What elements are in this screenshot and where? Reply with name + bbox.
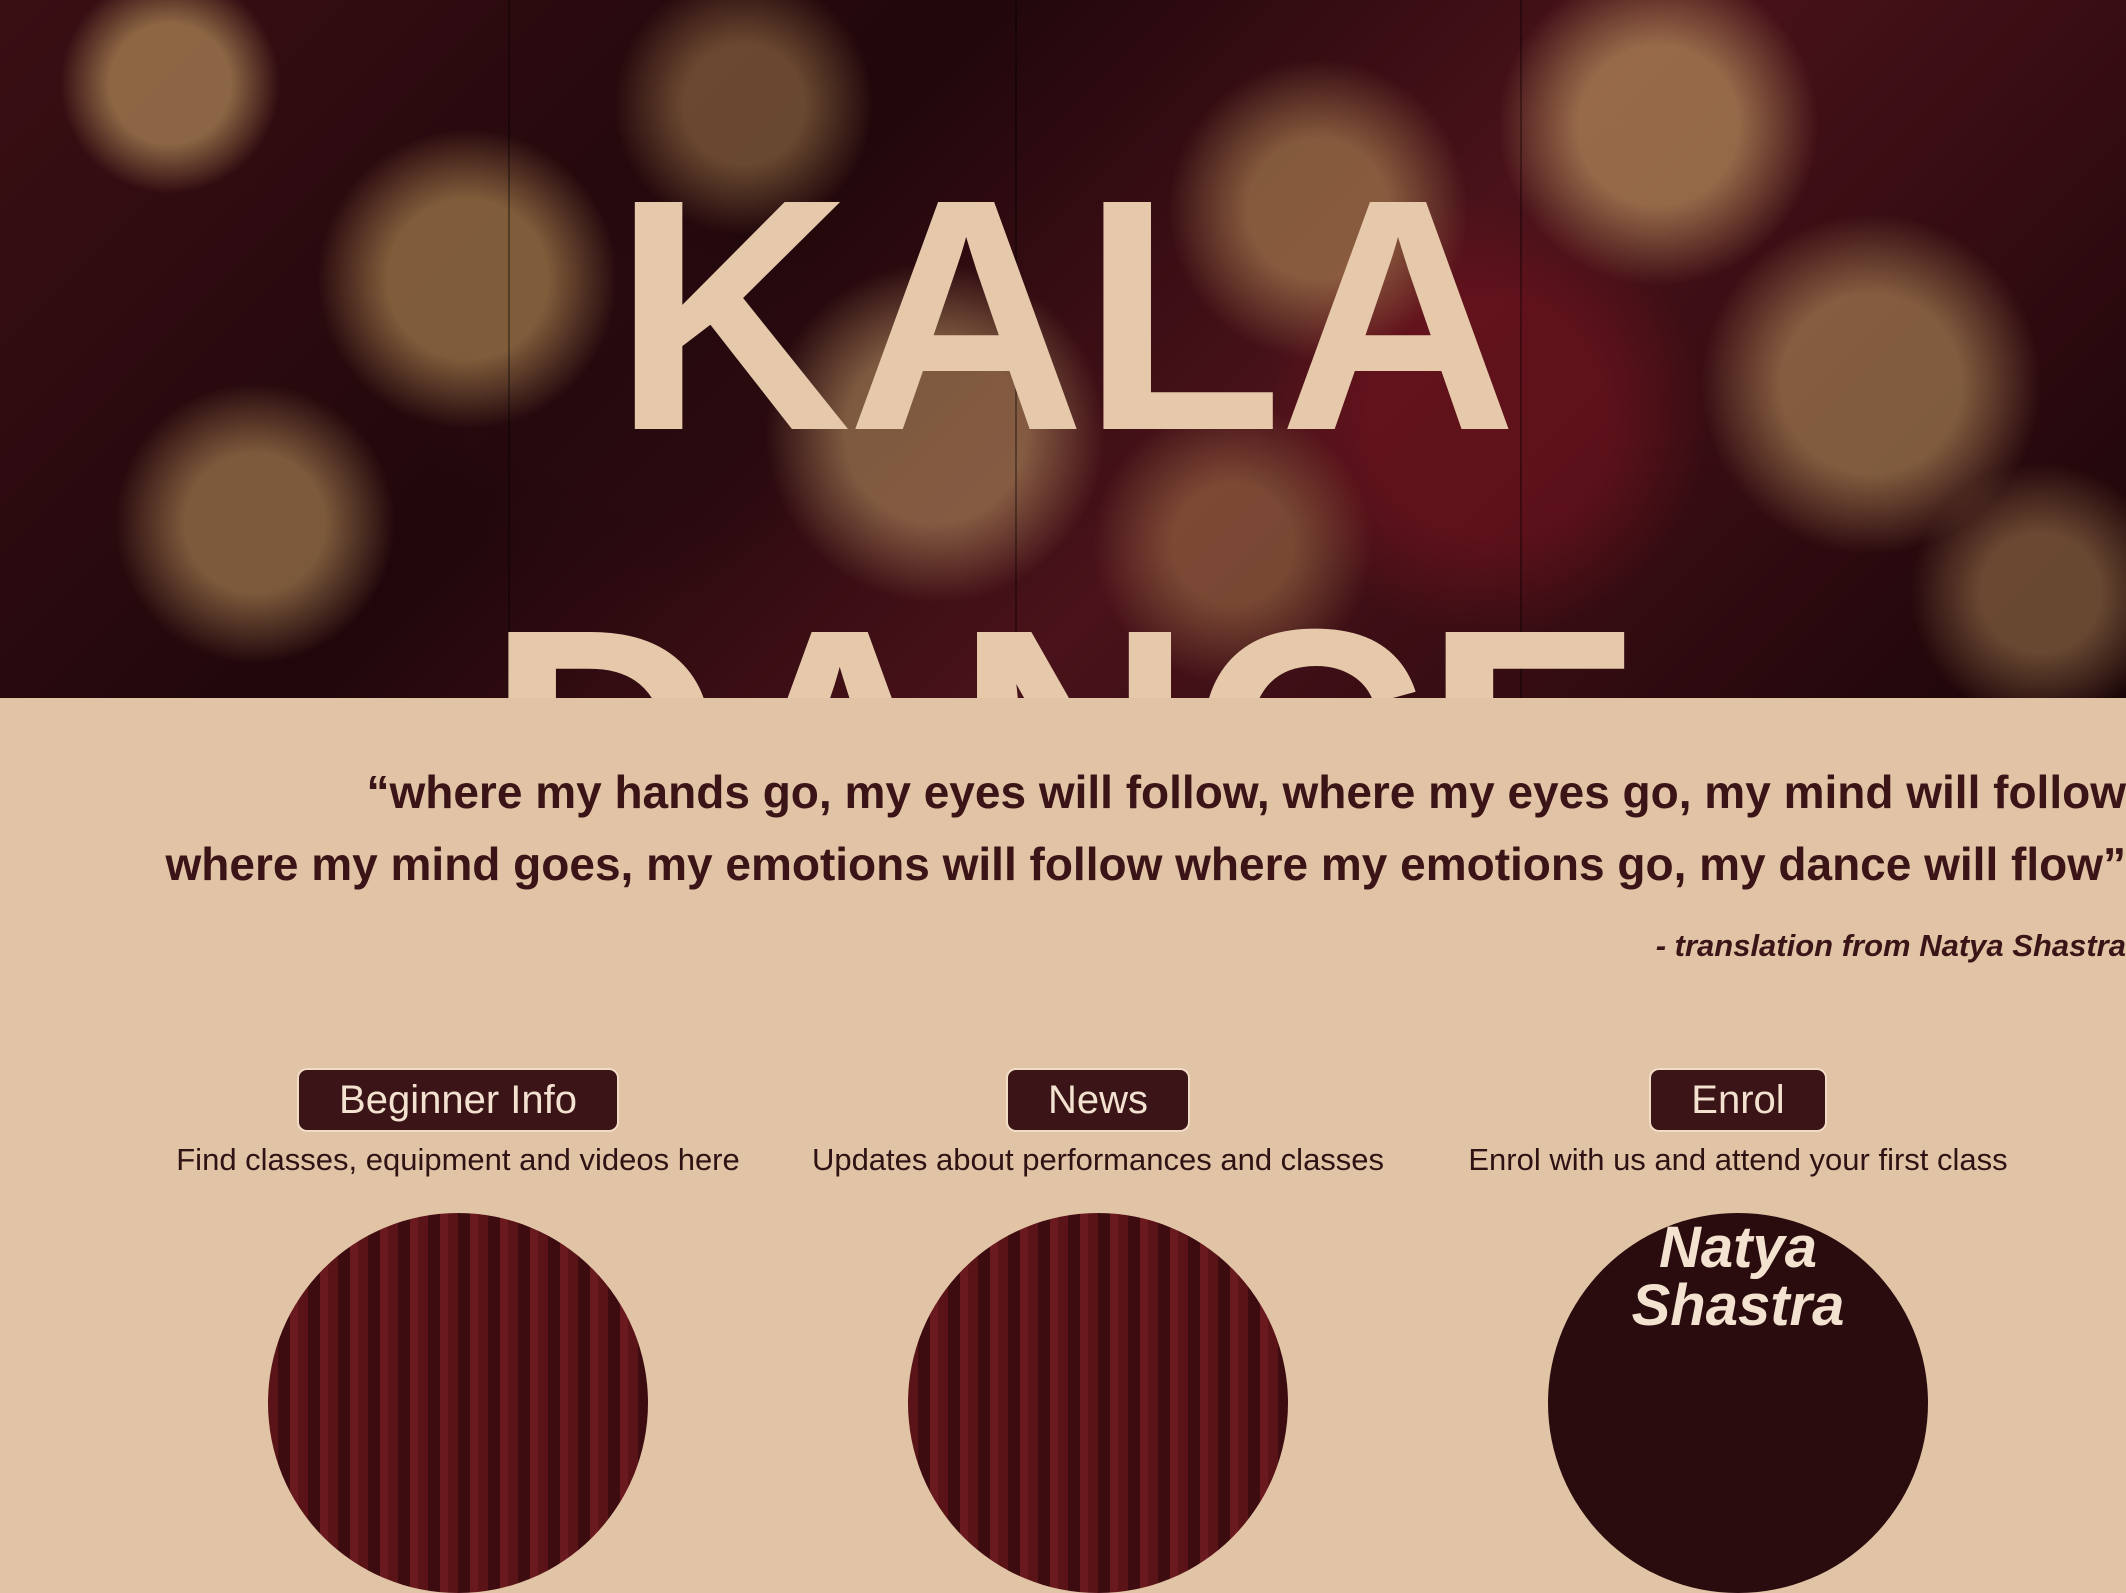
card-news: News Updates about performances and clas… — [778, 1068, 1418, 1178]
quote-block: “where my hands go, my eyes will follow,… — [0, 756, 2126, 900]
beginner-info-description: Find classes, equipment and videos here — [176, 1142, 740, 1177]
quote-line2: where my mind goes, my emotions will fol… — [165, 838, 2126, 890]
beginner-info-button[interactable]: Beginner Info — [297, 1068, 619, 1132]
enrol-thumbnail[interactable]: Natya Shastra — [1548, 1213, 1928, 1593]
quote-attribution: - translation from Natya Shastra — [1655, 928, 2126, 963]
enrol-description: Enrol with us and attend your first clas… — [1468, 1142, 2008, 1177]
beginner-info-thumbnail[interactable] — [268, 1213, 648, 1593]
enrol-thumbnail-text: Natya Shastra — [1631, 1215, 1845, 1338]
enrol-button[interactable]: Enrol — [1649, 1068, 1827, 1132]
card-enrol: Enrol Enrol with us and attend your firs… — [1418, 1068, 2058, 1178]
news-description: Updates about performances and classes — [811, 1142, 1385, 1177]
hero-title-line1: KALA — [612, 130, 1518, 499]
news-button[interactable]: News — [1005, 1068, 1191, 1132]
quote-line1: “where my hands go, my eyes will follow,… — [366, 766, 2126, 818]
news-thumbnail[interactable] — [908, 1213, 1288, 1593]
hero-title-line2: DANCE — [0, 580, 2126, 699]
hero-title-line2-clip: DANCE — [0, 560, 2126, 699]
card-beginner-info: Beginner Info Find classes, equipment an… — [138, 1068, 778, 1178]
